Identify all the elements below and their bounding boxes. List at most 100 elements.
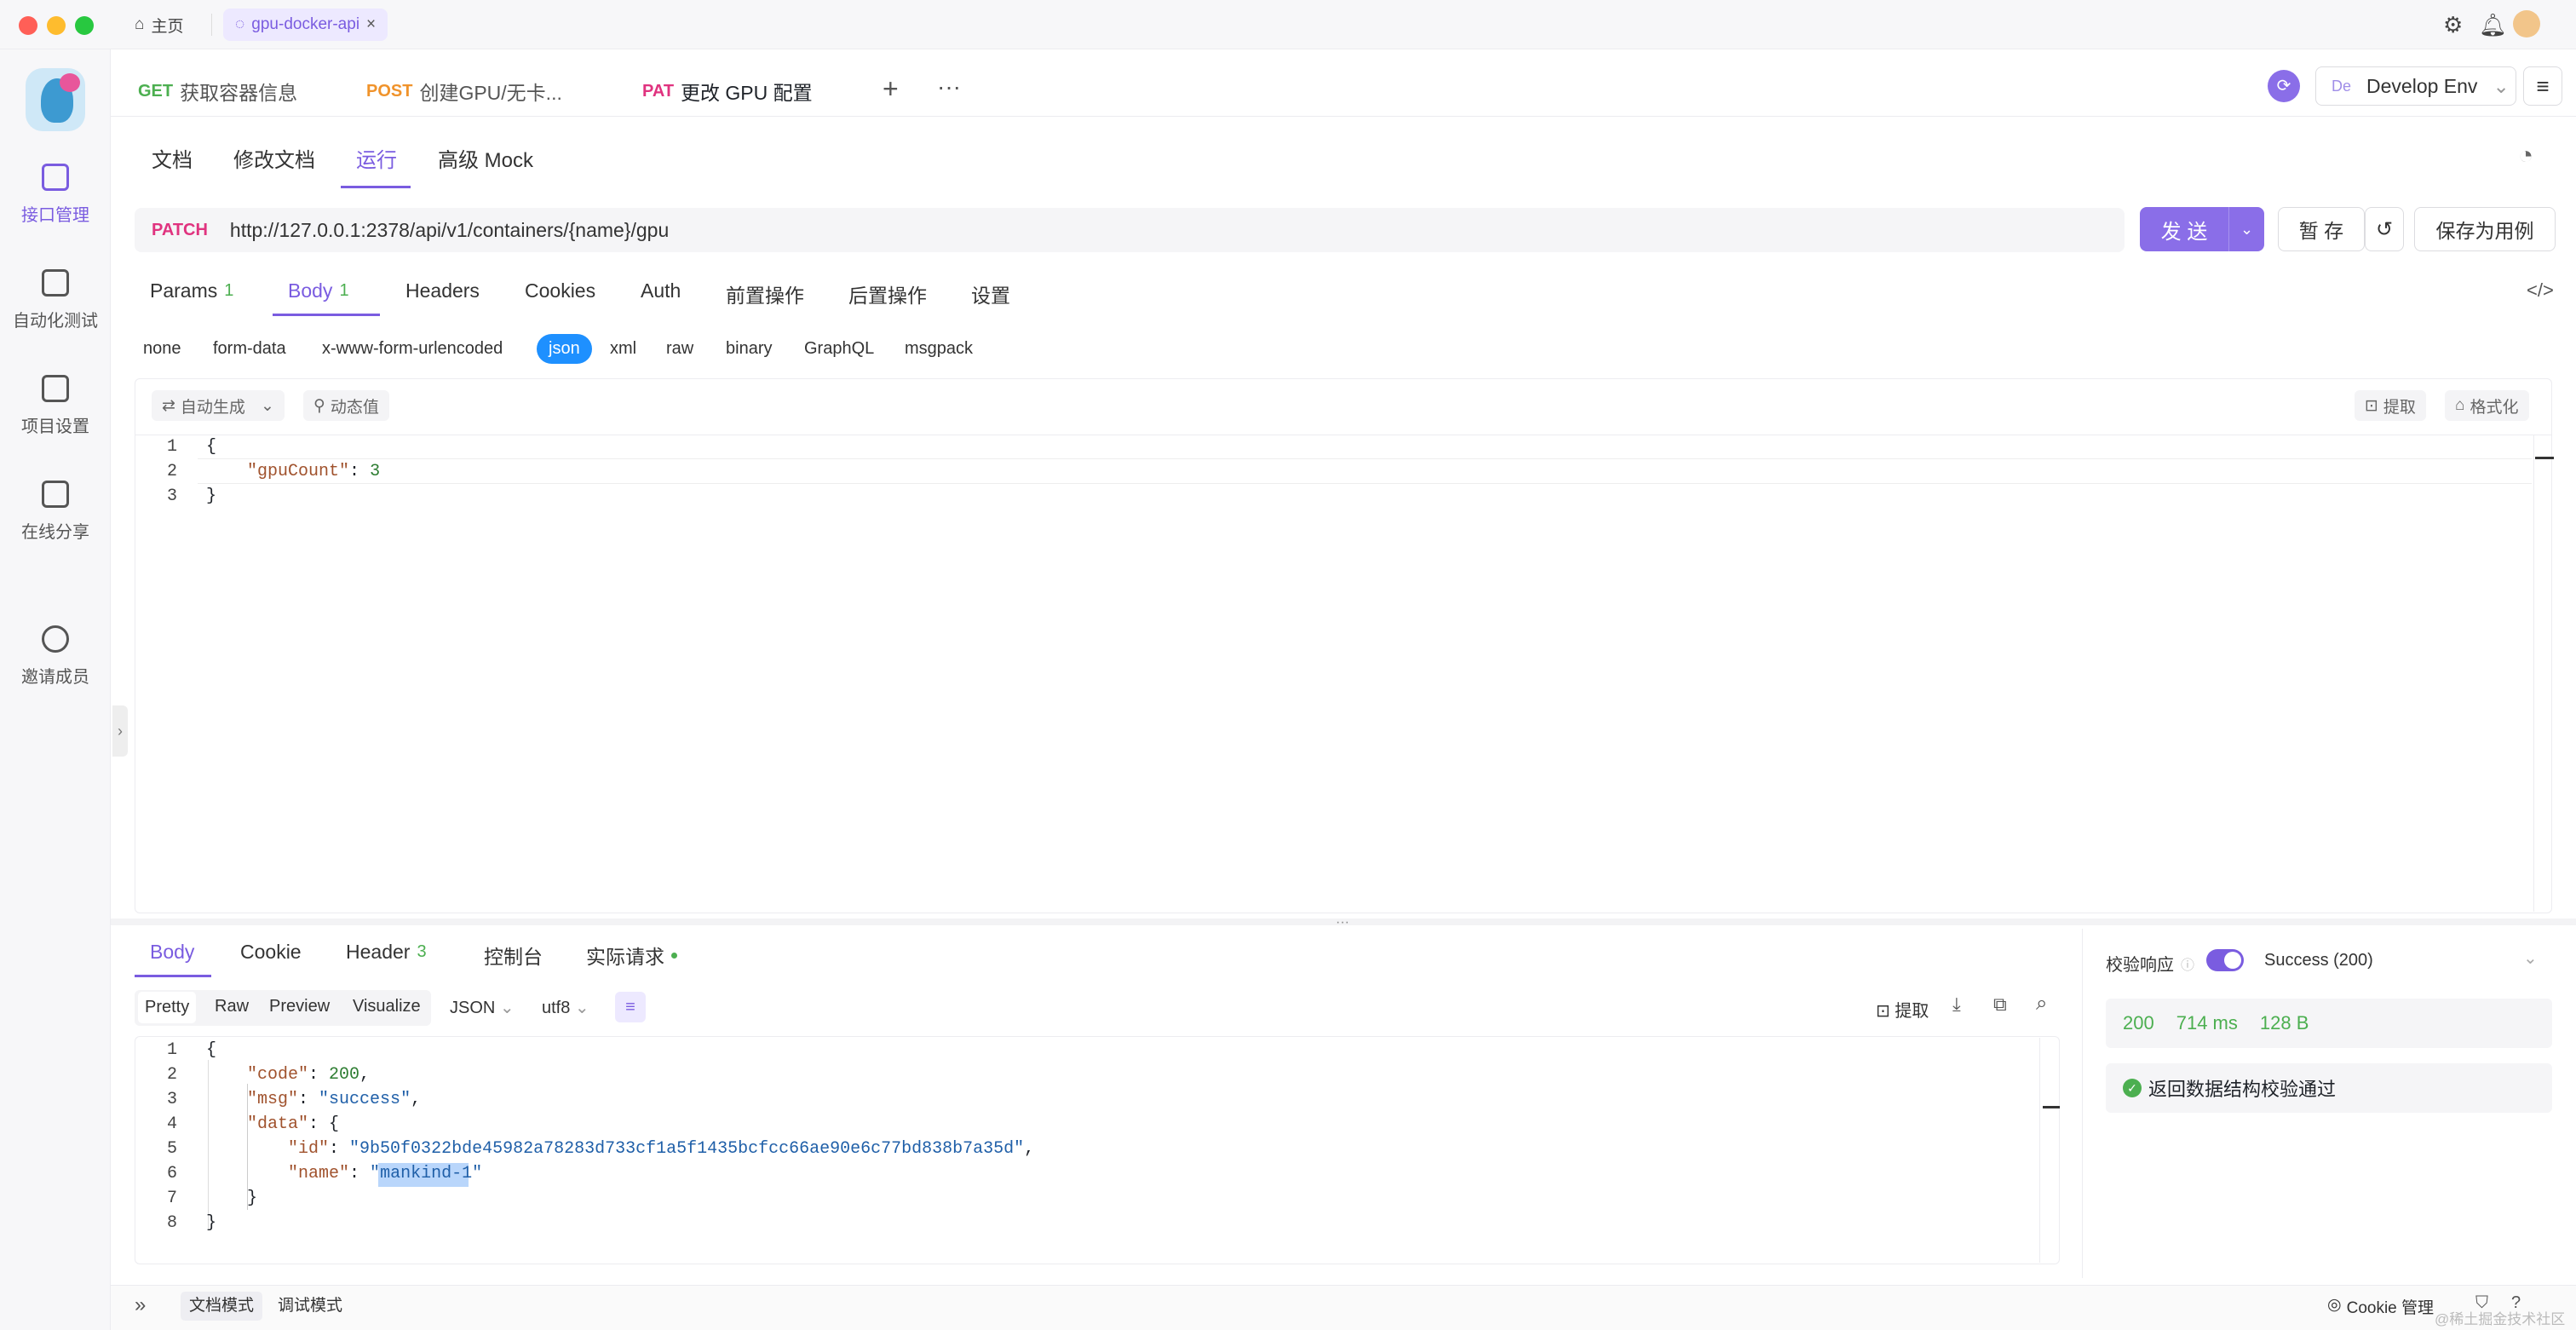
body-type-form-data[interactable]: form-data xyxy=(213,339,286,359)
tab-run[interactable]: 运行 xyxy=(356,143,397,173)
method-select[interactable]: PATCH xyxy=(152,221,208,240)
body-type-xml[interactable]: xml xyxy=(610,339,636,359)
copy-icon[interactable]: ⧉ xyxy=(1993,993,2007,1016)
settings-icon xyxy=(42,375,69,402)
save-case-button[interactable]: 保存为用例 xyxy=(2414,207,2556,251)
extract-button[interactable]: ⊡ 提取 xyxy=(2355,390,2426,421)
format-raw[interactable]: Raw xyxy=(215,997,249,1016)
cookie-manager-button[interactable]: ◎ Cookie 管理 xyxy=(2327,1295,2434,1318)
encoding-select[interactable]: utf8 ⌄ xyxy=(542,997,589,1018)
debug-mode-button[interactable]: 调试模式 xyxy=(278,1292,342,1321)
dynamic-value-button[interactable]: ⚲ 动态值 xyxy=(303,390,389,421)
watermark: @稀土掘金技术社区 xyxy=(2435,1311,2566,1327)
check-circle-icon: ✓ xyxy=(2123,1079,2142,1097)
tab-settings[interactable]: 设置 xyxy=(971,279,1010,308)
close-window-button[interactable] xyxy=(19,16,37,35)
url-bar: PATCH http://127.0.0.1:2378/api/v1/conta… xyxy=(135,208,2125,252)
scrollbar[interactable] xyxy=(2533,435,2534,912)
chevron-down-icon[interactable]: ⌄ xyxy=(2229,221,2264,239)
gear-icon[interactable]: ⚙ xyxy=(2443,12,2463,38)
collapse-icon[interactable]: » xyxy=(135,1293,146,1317)
avatar[interactable] xyxy=(2513,10,2540,37)
scrollbar[interactable] xyxy=(2039,1038,2040,1263)
response-tab-actual-request[interactable]: 实际请求 xyxy=(586,941,677,970)
wrap-icon[interactable]: ≡ xyxy=(615,992,646,1022)
drag-handle-icon[interactable]: ··· xyxy=(1336,915,1349,930)
tab-advanced-mock[interactable]: 高级 Mock xyxy=(438,143,533,173)
more-icon[interactable]: ··· xyxy=(937,73,961,101)
tab-docs[interactable]: 文档 xyxy=(152,143,193,173)
active-line-highlight xyxy=(198,458,2532,484)
project-tab[interactable]: ◌ gpu-docker-api × xyxy=(223,9,388,41)
search-icon[interactable]: ⌕ xyxy=(2036,992,2047,1016)
save-temp-button[interactable]: 暂 存 xyxy=(2278,207,2365,251)
line-numbers: 1 2 3 4 5 6 7 8 xyxy=(166,1040,177,1233)
body-type-binary[interactable]: binary xyxy=(726,339,772,359)
extract-icon: ⊡ xyxy=(2365,396,2378,415)
auto-generate-button[interactable]: ⇄ 自动生成 ⌄ xyxy=(152,390,285,421)
tab-edit-docs[interactable]: 修改文档 xyxy=(233,143,315,173)
close-icon[interactable]: × xyxy=(366,15,376,34)
tab-auth[interactable]: Auth xyxy=(641,279,681,302)
send-button[interactable]: 发 送 ⌄ xyxy=(2140,207,2264,251)
tab-body[interactable]: Body 1 xyxy=(288,279,349,302)
sidebar-item-share[interactable]: 在线分享 xyxy=(0,481,111,543)
response-tab-cookie[interactable]: Cookie xyxy=(240,941,302,964)
request-tab-patch[interactable]: PAT 更改 GPU 配置 xyxy=(630,66,862,116)
sync-icon[interactable]: ⟳ xyxy=(2268,70,2300,102)
format-visualize[interactable]: Visualize xyxy=(353,997,421,1016)
minimize-window-button[interactable] xyxy=(47,16,66,35)
help-icon: ⓘ xyxy=(2181,958,2195,973)
response-extract-button[interactable]: ⊡ 提取 xyxy=(1876,997,1929,1022)
maximize-window-button[interactable] xyxy=(75,16,94,35)
body-type-msgpack[interactable]: msgpack xyxy=(905,339,973,359)
tab-params[interactable]: Params 1 xyxy=(150,279,233,302)
reset-icon[interactable]: ↺ xyxy=(2365,207,2404,251)
sidebar-item-automation[interactable]: 自动化测试 xyxy=(0,269,111,331)
validation-result-select[interactable]: Success (200) xyxy=(2264,951,2373,970)
validate-toggle[interactable] xyxy=(2206,949,2244,971)
format-pretty[interactable]: Pretty xyxy=(138,992,197,1023)
environment-select[interactable]: De Develop Env ⌄ xyxy=(2315,66,2516,106)
request-tab-get[interactable]: GET 获取容器信息 xyxy=(138,66,297,116)
response-stats: 200 714 ms 128 B xyxy=(2106,999,2552,1048)
format-preview[interactable]: Preview xyxy=(269,997,330,1016)
body-type-urlencoded[interactable]: x-www-form-urlencoded xyxy=(322,339,503,359)
tab-cookies[interactable]: Cookies xyxy=(525,279,595,302)
expand-sidebar-handle[interactable]: › xyxy=(112,705,128,757)
history-icon[interactable]: ◔ xyxy=(2518,141,2533,170)
sidebar-item-project-settings[interactable]: 项目设置 xyxy=(0,375,111,437)
body-type-json[interactable]: json xyxy=(537,334,592,364)
request-tab-post[interactable]: POST 创建GPU/无卡... xyxy=(366,66,562,116)
code-icon[interactable]: </> xyxy=(2527,279,2554,302)
download-icon[interactable]: ⤓ xyxy=(1952,993,1961,1016)
test-icon xyxy=(42,269,69,297)
tab-pre-operations[interactable]: 前置操作 xyxy=(726,279,804,308)
body-type-graphql[interactable]: GraphQL xyxy=(804,339,874,359)
format-button[interactable]: ⌂ 格式化 xyxy=(2445,390,2529,421)
response-time: 714 ms xyxy=(2176,1012,2238,1033)
response-tab-console[interactable]: 控制台 xyxy=(484,941,543,970)
doc-mode-button[interactable]: 文档模式 xyxy=(181,1292,263,1321)
url-input[interactable]: http://127.0.0.1:2378/api/v1/containers/… xyxy=(230,219,669,242)
chevron-down-icon[interactable]: ⌄ xyxy=(2523,947,2538,969)
body-type-raw[interactable]: raw xyxy=(666,339,693,359)
response-tab-body[interactable]: Body xyxy=(150,941,194,964)
request-json: { "gpuCount": 3 } xyxy=(206,437,381,506)
response-tab-header[interactable]: Header 3 xyxy=(346,941,427,964)
body-type-none[interactable]: none xyxy=(143,339,181,359)
sidebar: 接口管理 自动化测试 项目设置 在线分享 邀请成员 › xyxy=(0,49,128,1330)
add-tab-button[interactable]: + xyxy=(883,73,899,105)
home-tab[interactable]: ⌂ 主页 xyxy=(135,9,184,41)
validation-message: ✓ 返回数据结构校验通过 xyxy=(2106,1063,2552,1113)
sidebar-item-api-management[interactable]: 接口管理 xyxy=(0,164,111,226)
tab-headers[interactable]: Headers xyxy=(405,279,480,302)
sidebar-item-invite[interactable]: 邀请成员 xyxy=(0,625,111,688)
active-tab-indicator xyxy=(135,975,211,977)
scroll-marker xyxy=(2535,457,2554,459)
format-json-select[interactable]: JSON ⌄ xyxy=(450,997,515,1018)
menu-icon[interactable]: ≡ xyxy=(2523,66,2562,106)
tab-post-operations[interactable]: 后置操作 xyxy=(848,279,927,308)
bell-icon[interactable]: 🔔︎ xyxy=(2479,12,2507,38)
line-numbers: 1 2 3 xyxy=(166,437,177,506)
